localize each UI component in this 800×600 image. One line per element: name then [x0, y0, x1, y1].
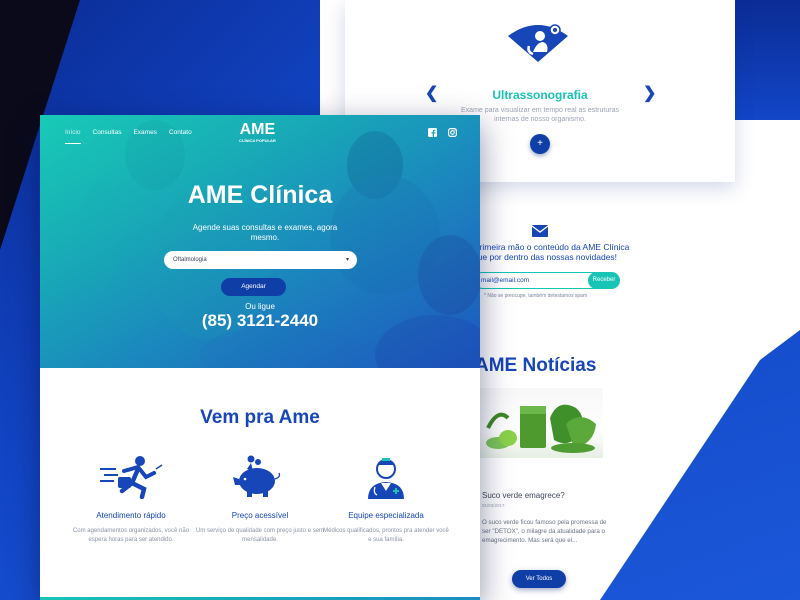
mail-icon: [532, 225, 548, 237]
service-description: Exame para visualizar em tempo real as e…: [461, 107, 619, 123]
more-button[interactable]: +: [530, 134, 550, 154]
spam-note: * Não se preocupe, também detestamos spa…: [484, 293, 588, 299]
service-title: Ultrassonografia: [492, 88, 588, 102]
news-section-title: AME Notícias: [475, 355, 597, 376]
carousel-next-icon[interactable]: ❯: [643, 86, 656, 102]
logo-subtitle: CLÍNICA POPULAR: [239, 138, 276, 143]
or-call-label: Ou ligue: [245, 302, 275, 311]
news-headline[interactable]: Suco verde emagrece?: [482, 491, 565, 500]
news-image[interactable]: [478, 388, 603, 458]
nav-exames[interactable]: Exames: [133, 129, 156, 144]
feature-fast: Atendimento rápido Com agendamentos orga…: [66, 455, 196, 544]
feature-description: Médicos qualificados, prontos pra atende…: [323, 528, 449, 543]
nav-consultas[interactable]: Consultas: [93, 129, 122, 144]
phone-number[interactable]: (85) 3121-2440: [40, 311, 480, 331]
hero-section: Início Consultas Exames Contato AME CLÍN…: [40, 115, 480, 368]
feature-description: Um serviço de qualidade com preço justo …: [195, 528, 325, 543]
schedule-button[interactable]: Agendar: [221, 278, 286, 296]
piggy-bank-icon: [233, 455, 281, 497]
ultrasound-icon: [508, 24, 568, 62]
nav-contato[interactable]: Contato: [169, 129, 192, 144]
logo-text: AME: [239, 121, 276, 138]
feature-title: Atendimento rápido: [96, 511, 166, 520]
view-all-button[interactable]: Ver Todos: [512, 570, 566, 588]
feature-title: Equipe especializada: [348, 511, 424, 520]
instagram-icon[interactable]: [448, 128, 457, 137]
feature-description: Com agendamentos organizados, você não e…: [72, 528, 190, 543]
feature-team: Equipe especializada Médicos qualificado…: [321, 455, 451, 544]
landing-page: Início Consultas Exames Contato AME CLÍN…: [40, 115, 480, 600]
news-excerpt: O suco verde ficou famoso pela promessa …: [482, 519, 607, 544]
hero-subtitle: Agende suas consultas e exames, agora me…: [192, 223, 338, 242]
receive-button[interactable]: Receber: [588, 272, 620, 289]
doctor-icon: [368, 458, 404, 499]
hero-title: AME Clínica: [187, 181, 333, 209]
feature-price: Preço acessível Um serviço de qualidade …: [195, 455, 325, 544]
running-man-icon: [100, 456, 163, 499]
background-blue-strip: [735, 0, 800, 120]
facebook-icon[interactable]: [428, 128, 437, 137]
specialty-select-value: Oftalmologia: [173, 257, 207, 263]
section-title: Vem pra Ame: [200, 407, 320, 428]
news-date: 01/03/2017: [482, 503, 505, 508]
specialty-select[interactable]: Oftalmologia ▾: [164, 251, 357, 269]
ame-logo[interactable]: AME CLÍNICA POPULAR: [239, 121, 276, 144]
main-nav: Início Consultas Exames Contato: [65, 129, 192, 144]
feature-title: Preço acessível: [231, 511, 289, 520]
select-arrows-icon: ▾: [345, 257, 349, 263]
nav-inicio[interactable]: Início: [65, 129, 81, 144]
